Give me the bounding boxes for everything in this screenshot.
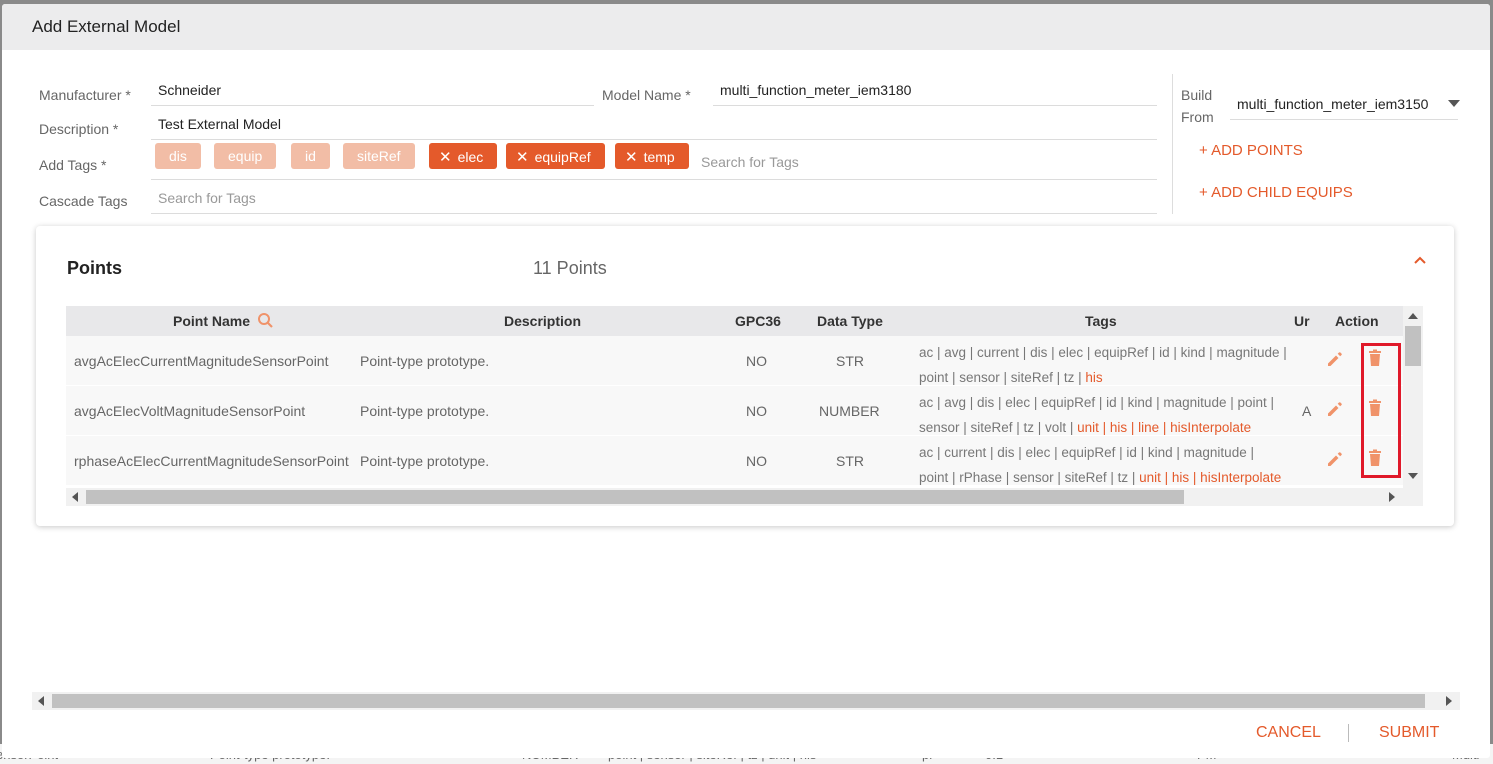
- suggested-tag[interactable]: siteRef: [343, 143, 415, 169]
- table-row: rphaseAcElecCurrentMagnitudeSensorPoint …: [66, 436, 1423, 486]
- cascade-tags-search-input[interactable]: Search for Tags: [151, 184, 1157, 214]
- points-table: Point Name Description GPC36 Data Type T…: [66, 306, 1423, 506]
- column-data-type: Data Type: [817, 313, 883, 329]
- column-unit: Ur: [1294, 313, 1310, 329]
- close-icon[interactable]: ✕: [625, 148, 638, 166]
- table-header: Point Name Description GPC36 Data Type T…: [66, 306, 1423, 336]
- scrollbar-thumb[interactable]: [52, 694, 1425, 708]
- description-cell: Point-type prototype.: [360, 453, 490, 469]
- scroll-left-icon[interactable]: [38, 696, 44, 706]
- point-name-cell: avgAcElecVoltMagnitudeSensorPoint: [74, 403, 306, 419]
- chevron-up-icon[interactable]: [1413, 254, 1427, 268]
- tags-cell: ac | avg | dis | elec | equipRef | id | …: [919, 395, 1275, 435]
- column-tags: Tags: [1085, 313, 1117, 329]
- tags-cell: ac | current | dis | elec | equipRef | i…: [919, 445, 1282, 485]
- scroll-down-icon[interactable]: [1408, 473, 1418, 479]
- scrollbar-thumb[interactable]: [86, 490, 1184, 504]
- dialog-horizontal-scrollbar[interactable]: [32, 692, 1460, 710]
- manufacturer-label: Manufacturer *: [39, 87, 131, 103]
- selected-tag[interactable]: ✕ equipRef: [506, 143, 605, 169]
- caret-down-icon[interactable]: [1448, 100, 1460, 107]
- tags-cell: ac | avg | current | dis | elec | equipR…: [919, 345, 1287, 385]
- build-from-select[interactable]: multi_function_meter_iem3150: [1230, 90, 1458, 120]
- gpc36-cell: NO: [746, 453, 767, 469]
- data-type-cell: STR: [836, 353, 864, 369]
- add-external-model-dialog: Add External Model Manufacturer * Schnei…: [2, 4, 1490, 758]
- build-from-label: Build From: [1181, 87, 1214, 125]
- scrollbar-thumb[interactable]: [1405, 326, 1421, 366]
- description-cell: Point-type prototype.: [360, 403, 490, 419]
- gpc36-cell: NO: [746, 353, 767, 369]
- point-name-cell: avgAcElecCurrentMagnitudeSensorPoint: [74, 353, 329, 369]
- suggested-tag[interactable]: dis: [155, 143, 201, 169]
- data-type-cell: STR: [836, 453, 864, 469]
- submit-button[interactable]: SUBMIT: [1379, 724, 1439, 742]
- column-point-name[interactable]: Point Name: [173, 313, 250, 329]
- pencil-icon[interactable]: [1325, 399, 1345, 419]
- table-row: avgAcElecVoltMagnitudeSensorPoint Point-…: [66, 386, 1423, 436]
- table-row: avgAcElecCurrentMagnitudeSensorPoint Poi…: [66, 336, 1423, 386]
- scroll-right-icon[interactable]: [1446, 696, 1452, 706]
- column-action: Action: [1335, 313, 1379, 329]
- add-tags-label: Add Tags *: [39, 157, 107, 173]
- build-from-value: multi_function_meter_iem3150: [1237, 96, 1429, 112]
- description-cell: Point-type prototype.: [360, 353, 490, 369]
- close-icon[interactable]: ✕: [516, 148, 529, 166]
- table-horizontal-scrollbar[interactable]: [66, 488, 1423, 506]
- column-description: Description: [504, 313, 582, 329]
- add-points-button[interactable]: + ADD POINTS: [1199, 142, 1303, 159]
- cancel-button[interactable]: CANCEL: [1256, 724, 1321, 742]
- suggested-tag[interactable]: id: [291, 143, 330, 169]
- model-name-field[interactable]: multi_function_meter_iem3180: [713, 76, 1157, 106]
- suggested-tag[interactable]: equip: [214, 143, 277, 169]
- footer-divider: [1348, 724, 1349, 742]
- data-type-cell: NUMBER: [819, 403, 880, 419]
- scroll-up-icon[interactable]: [1408, 313, 1418, 319]
- tag-search-input[interactable]: Search for Tags: [694, 148, 1154, 178]
- pencil-icon[interactable]: [1325, 349, 1345, 369]
- points-panel: Points 11 Points Point Name Description …: [36, 226, 1454, 526]
- form-divider: [1172, 74, 1173, 214]
- cascade-tags-label: Cascade Tags: [39, 193, 128, 209]
- points-title: Points: [67, 258, 123, 278]
- dialog-title: Add External Model: [32, 17, 181, 36]
- close-icon[interactable]: ✕: [439, 148, 452, 166]
- add-child-equips-button[interactable]: + ADD CHILD EQUIPS: [1199, 184, 1353, 201]
- description-field[interactable]: Test External Model: [151, 110, 1157, 140]
- pencil-icon[interactable]: [1325, 449, 1345, 469]
- point-name-cell: rphaseAcElecCurrentMagnitudeSensorPoint: [74, 453, 349, 469]
- model-name-label: Model Name *: [602, 87, 691, 103]
- manufacturer-field[interactable]: Schneider: [151, 76, 594, 106]
- description-label: Description *: [39, 121, 119, 137]
- scroll-left-icon[interactable]: [72, 492, 78, 502]
- selected-tag[interactable]: ✕ temp: [615, 143, 689, 169]
- delete-column-highlight: [1361, 343, 1401, 478]
- table-vertical-scrollbar[interactable]: [1403, 306, 1423, 488]
- column-gpc36: GPC36: [735, 313, 781, 329]
- unit-cell: A: [1302, 403, 1312, 419]
- selected-tag[interactable]: ✕ elec: [429, 143, 498, 169]
- search-icon[interactable]: [257, 312, 274, 329]
- scroll-right-icon[interactable]: [1389, 492, 1395, 502]
- model-form: Manufacturer * Schneider Model Name * mu…: [2, 50, 1490, 220]
- gpc36-cell: NO: [746, 403, 767, 419]
- dialog-header: Add External Model: [2, 4, 1490, 50]
- points-count: 11 Points: [533, 258, 607, 278]
